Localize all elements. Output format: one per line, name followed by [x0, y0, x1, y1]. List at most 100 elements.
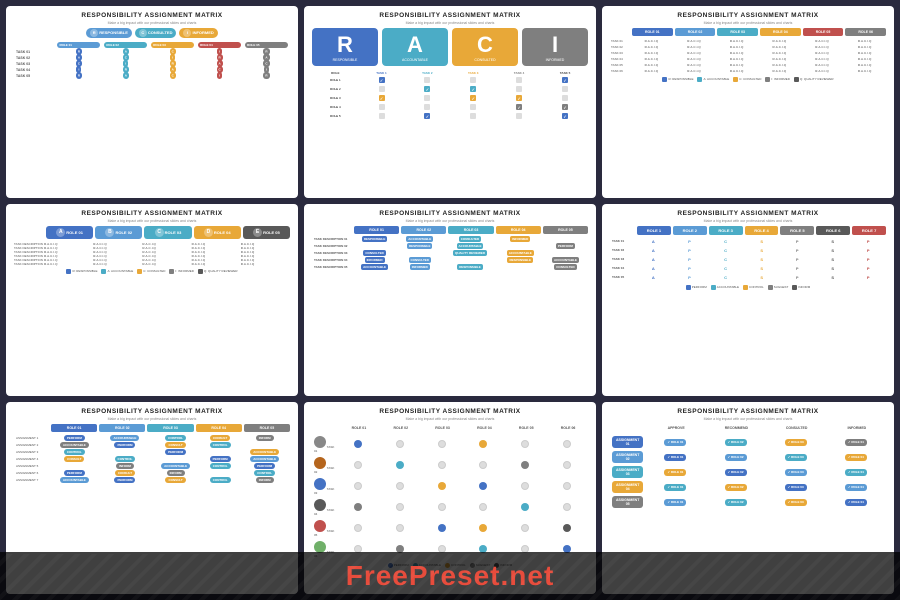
tag: ACCOUNTABLE — [457, 243, 484, 249]
role-pill-informed: I INFORMED — [179, 28, 217, 38]
slide-2-subtitle: Make a big impact with our professional … — [406, 21, 495, 25]
assign-pill: ACCOUNTABLE — [250, 449, 279, 455]
slide-5-table: TASK DESCRIPTION 01 RESPONSIBLE ACCOUNTA… — [312, 236, 588, 271]
circle-empty — [396, 482, 404, 490]
check — [470, 113, 476, 119]
r-card: R RESPONSIBLE — [312, 28, 378, 66]
table-row: ROLE 1 ✓ ✓ — [312, 76, 588, 85]
table-row: ASSIGNMENT 1 PERFORM ACCOUNTABLE CONTROL… — [14, 435, 290, 442]
avatar — [314, 478, 326, 490]
assign-pill: PERFORM — [64, 435, 85, 441]
table-row: TASK 02 A P C S P S P — [610, 246, 886, 255]
letter-d: D — [204, 228, 213, 237]
avatar — [314, 541, 326, 553]
col-role02: ROLE 02 — [401, 226, 446, 234]
circle-empty — [396, 503, 404, 511]
table-row: ROLE 4 ✓ ✓ — [312, 103, 588, 112]
role-cell: ✓ ROLE 02 — [725, 454, 747, 461]
assign-pill: PERFORM — [210, 456, 231, 462]
tag: INFORMED — [365, 257, 385, 263]
check — [562, 95, 568, 101]
check: ✓ — [562, 77, 568, 83]
circle-empty — [521, 440, 529, 448]
col-role03: ROLE 03 — [448, 226, 493, 234]
c-card: C CONSULTED — [452, 28, 518, 66]
check — [424, 77, 430, 83]
col-role03: ROLE 03 — [147, 424, 193, 432]
tag: CONSULTED — [363, 250, 385, 256]
slide-1-roles: R RESPONSIBLE C CONSULTED I INFORMED — [14, 28, 290, 38]
col-role4: ROLE 4 — [745, 226, 779, 235]
assign-pill: CONTROL — [165, 435, 186, 441]
role-cell: ✓ ROLE 04 — [845, 454, 867, 461]
table-row: TASK 01 A P C S P S P — [610, 237, 886, 246]
circle-empty — [563, 440, 571, 448]
c-label: CONSULTED — [474, 58, 495, 62]
assign-pill: CONSULT — [115, 470, 135, 476]
slide-5-subtitle: Make a big impact with our professional … — [406, 219, 495, 223]
check — [379, 86, 385, 92]
table-row: TASK 02 — [312, 455, 588, 476]
table-row: TASK DESCRIPTION 03 CONSULTED QUALITY RE… — [312, 250, 588, 257]
circle-empty — [438, 440, 446, 448]
role-cell: ✓ ROLE 02 — [725, 439, 747, 446]
role-cell: ✓ ROLE 01 — [664, 439, 686, 446]
check: ✓ — [424, 113, 430, 119]
slide-3-title: RESPONSIBILITY ASSIGNMENT MATRIX — [677, 12, 818, 20]
slide-2-title: RESPONSIBILITY ASSIGNMENT MATRIX — [379, 12, 520, 20]
tag: ACCOUNTABLE — [361, 264, 388, 270]
check: ✓ — [424, 86, 430, 92]
col-role3: ROLE 3 — [709, 226, 743, 235]
role-badge-a: A ROLE 01 — [46, 226, 93, 239]
table-row: ASSIGNMENT 6 PERFORM CONSULT INFORM CONT… — [14, 470, 290, 477]
tag: RESPONSIBLE — [457, 264, 483, 270]
role-badge-c: C ROLE 03 — [144, 226, 191, 239]
tag: ACCOUNTABLE — [507, 250, 534, 256]
assign-pill: PERFORM — [114, 442, 135, 448]
assign-pill: CONTROL — [210, 463, 231, 469]
assign-pill: PERFORM — [114, 477, 135, 483]
slide-5: RESPONSIBILITY ASSIGNMENT MATRIX Make a … — [304, 204, 596, 396]
slide-9-table: ASSIGNMENT 01 ✓ ROLE 01 ✓ ROLE 02 ✓ ROLE… — [610, 435, 886, 510]
table-row: TASK DESCRIPTION 01 RESPONSIBLE ACCOUNTA… — [312, 236, 588, 243]
letter-a: A — [56, 228, 65, 237]
r-label: RESPONSIBLE — [333, 58, 358, 62]
role-cell: ✓ ROLE 01 — [664, 484, 686, 491]
slide-6-title: RESPONSIBILITY ASSIGNMENT MATRIX — [677, 210, 818, 218]
assignment-header: ASSIGNMENT 03 — [612, 466, 643, 478]
assignment-header: ASSIGNMENT 05 — [612, 496, 643, 508]
role-cell: ✓ ROLE 04 — [845, 439, 867, 446]
col-role04: ROLE 04 — [196, 424, 242, 432]
table-row: ASSIGNMENT 01 ✓ ROLE 01 ✓ ROLE 02 ✓ ROLE… — [610, 435, 886, 450]
table-row: TASK 05 R A C I R — [14, 73, 290, 79]
legend-6: PERFORM ACCOUNTABLE CONTROL SUGGEST INFO… — [610, 285, 886, 290]
role-cell: ✓ ROLE 03 — [785, 439, 807, 446]
table-row: TASK 04 A P C S P S P — [610, 264, 886, 273]
col-role02: ROLE 02 — [99, 424, 145, 432]
col-role02: ROLE 02 — [381, 424, 421, 432]
table-row: ROLE 2 ✓ ✓ — [312, 85, 588, 94]
circle-accountable — [396, 461, 404, 469]
tag-consulted: CONSULTED — [459, 236, 481, 242]
avatar — [314, 499, 326, 511]
slide-4: RESPONSIBILITY ASSIGNMENT MATRIX Make a … — [6, 204, 298, 396]
col-recommend: RECOMMEND — [707, 424, 765, 432]
circle-perform — [438, 524, 446, 532]
slide-3-subtitle: Make a big impact with our professional … — [704, 21, 793, 25]
role-header-03: ROLE 03 — [717, 28, 758, 36]
table-row: ASSIGNMENT 02 ✓ ROLE 01 ✓ ROLE 02 ✓ ROLE… — [610, 450, 886, 465]
slide-2-table: ROLE TASK 1 TASK 2 TASK 3 TASK 4 TASK 5 … — [312, 70, 588, 121]
circle-empty — [396, 440, 404, 448]
circle-empty — [438, 461, 446, 469]
avatar — [314, 436, 326, 448]
table-row: ASSIGNMENT 2 ACCOUNTABLE PERFORM CONSULT… — [14, 442, 290, 449]
role-cell: ✓ ROLE 01 — [664, 469, 686, 476]
circle-empty — [354, 524, 362, 532]
slide-6: RESPONSIBILITY ASSIGNMENT MATRIX Make a … — [602, 204, 894, 396]
slide-3-table: TASK 01 R·A·C·I·Q R·A·C·I·Q R·A·C·I·Q R·… — [610, 38, 886, 74]
circle-control — [479, 524, 487, 532]
role-badge-e: E ROLE 05 — [243, 226, 290, 239]
tag: INFORMED — [410, 264, 430, 270]
assign-pill: CONTROL — [115, 456, 136, 462]
table-row: TASK DESCRIPTION R·A·C·I·Q R·A·C·I·Q R·A… — [14, 262, 290, 266]
